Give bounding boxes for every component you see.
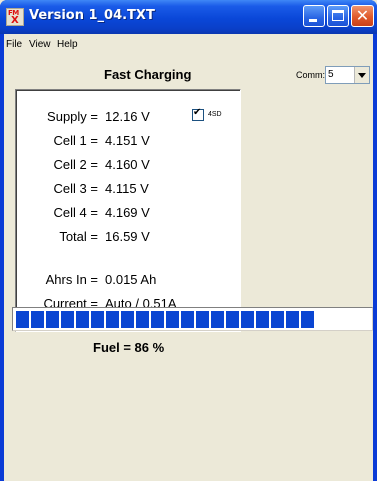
menu-file[interactable]: File (6, 39, 22, 50)
total-label: Total = (59, 229, 98, 244)
chevron-down-icon[interactable] (354, 67, 369, 83)
4sd-checkbox-label: 4SD (208, 111, 222, 118)
fuel-progress-fill (16, 311, 314, 328)
supply-label: Supply = (47, 109, 98, 124)
cell3-label: Cell 3 = (53, 181, 98, 196)
cell4-value: 4.169 V (105, 205, 150, 220)
close-button[interactable]: ✕ (351, 5, 374, 27)
total-value: 16.59 V (105, 229, 150, 244)
ahrs-value: 0.015 Ah (105, 272, 157, 287)
app-window: FM X Version 1_04.TXT ✕ File View Help F… (0, 0, 377, 481)
comm-port-select[interactable]: 5 (325, 66, 370, 84)
client-area: File View Help Fast Charging Comm: 5 Sup… (4, 34, 373, 481)
minimize-icon (309, 19, 317, 22)
minimize-button[interactable] (303, 5, 325, 27)
ahrs-label: Ahrs In = (45, 272, 98, 287)
supply-value: 12.16 V (105, 109, 150, 124)
cell1-label: Cell 1 = (53, 133, 98, 148)
comm-port-value: 5 (328, 69, 334, 80)
cell1-value: 4.151 V (105, 133, 150, 148)
readout-panel: Supply = 12.16 V ✔ 4SD Cell 1 = 4.151 V … (15, 89, 241, 332)
menu-help[interactable]: Help (57, 39, 78, 50)
fm-app-icon[interactable]: FM X (6, 8, 24, 26)
maximize-button[interactable] (327, 5, 349, 27)
close-icon: ✕ (355, 6, 370, 25)
maximize-icon (332, 10, 344, 21)
menu-view[interactable]: View (29, 39, 51, 50)
menu-bar: File View Help (4, 34, 373, 54)
comm-port-label: Comm: (296, 70, 325, 80)
4sd-checkbox[interactable]: ✔ (192, 107, 204, 121)
cell2-value: 4.160 V (105, 157, 150, 172)
window-title: Version 1_04.TXT (29, 8, 155, 23)
cell3-value: 4.115 V (105, 181, 149, 196)
cell2-label: Cell 2 = (53, 157, 98, 172)
title-bar[interactable]: FM X Version 1_04.TXT ✕ (0, 0, 377, 34)
fuel-progress-bar (12, 307, 373, 331)
cell4-label: Cell 4 = (53, 205, 98, 220)
checkmark-icon: ✔ (193, 107, 202, 118)
fuel-readout: Fuel = 86 % (93, 340, 165, 355)
charging-status-title: Fast Charging (104, 67, 192, 82)
app-icon-mark: X (11, 15, 19, 26)
